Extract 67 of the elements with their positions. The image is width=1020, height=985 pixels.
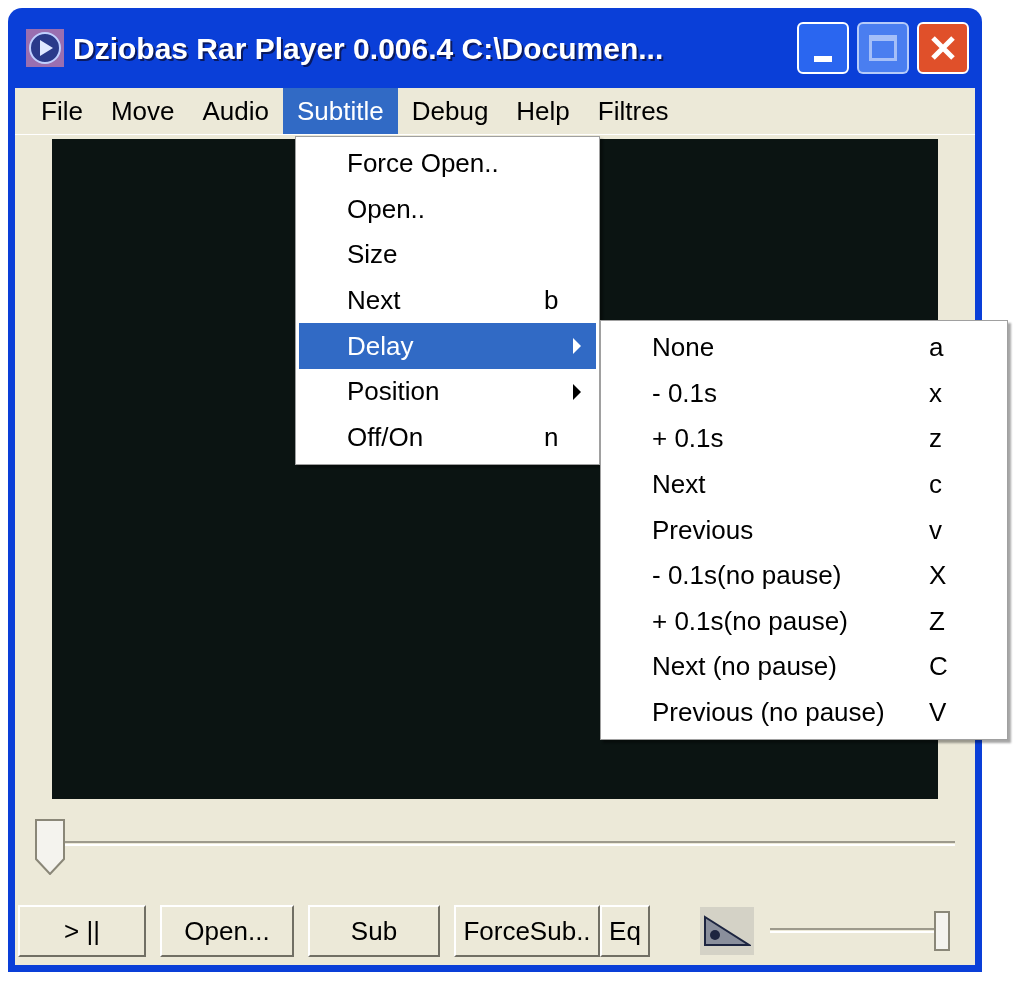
menu-item[interactable]: Audio	[188, 88, 283, 134]
menu-option[interactable]: - 0.1s x	[604, 370, 1004, 417]
option-label: - 0.1s(no pause)	[651, 559, 843, 593]
submenu-arrow-icon	[572, 382, 582, 401]
shortcut-key: b	[544, 281, 559, 321]
slider-thumb[interactable]	[934, 911, 950, 951]
shortcut-key: n	[544, 417, 559, 457]
close-button[interactable]	[917, 22, 969, 74]
minimize-button[interactable]	[797, 22, 849, 74]
menu-option[interactable]: Size	[299, 232, 596, 278]
option-label: Position	[346, 375, 441, 409]
menu-item[interactable]: Debug	[397, 88, 503, 134]
shortcut-key: X	[929, 556, 947, 596]
menu-option[interactable]: Off/On n	[299, 414, 596, 461]
option-label: Next (no pause)	[651, 650, 838, 684]
option-label: Delay	[346, 329, 415, 363]
menu-option[interactable]: Previous (no pause) V	[604, 689, 1004, 736]
option-label: Previous	[651, 513, 755, 547]
menu-option[interactable]: Position	[299, 368, 596, 415]
app-icon	[25, 28, 65, 68]
volume-slider[interactable]	[770, 911, 950, 951]
toolbar-button[interactable]: Sub	[308, 905, 440, 957]
option-label: Previous (no pause)	[651, 696, 886, 730]
menu-item[interactable]: Filtres	[583, 88, 683, 134]
window-title: Dziobas Rar Player 0.006.4 C:\Documen...	[73, 30, 665, 67]
menu-option[interactable]: - 0.1s(no pause) X	[604, 552, 1004, 599]
option-label: Force Open..	[346, 147, 500, 181]
shortcut-key: c	[929, 465, 942, 505]
menu-option[interactable]: + 0.1s z	[604, 416, 1004, 462]
option-label: Off/On	[346, 420, 425, 454]
toolbar-button[interactable]: > ||	[18, 905, 146, 957]
toolbar-button[interactable]: Open...	[160, 905, 294, 957]
option-label: + 0.1s(no pause)	[651, 604, 849, 638]
option-label: Next	[346, 284, 402, 318]
menu-option[interactable]: Force Open..	[299, 141, 596, 187]
menu-item[interactable]: File	[27, 88, 97, 134]
option-label: - 0.1s	[651, 376, 719, 410]
menu-option[interactable]: + 0.1s(no pause) Z	[604, 598, 1004, 645]
menu-option[interactable]: Next (no pause) C	[604, 644, 1004, 690]
shortcut-key: a	[929, 328, 944, 368]
seek-slider[interactable]	[35, 819, 955, 875]
maximize-button[interactable]	[857, 22, 909, 74]
submenu-arrow-icon	[572, 337, 582, 356]
menu-item[interactable]: Help	[502, 88, 584, 134]
menu-item[interactable]: Move	[96, 88, 189, 134]
speaker-icon[interactable]	[700, 907, 754, 955]
shortcut-key: z	[929, 419, 942, 459]
shortcut-key: x	[929, 373, 942, 413]
menu-option[interactable]: None a	[604, 325, 1004, 371]
option-label: Next	[651, 468, 707, 502]
shortcut-key: Z	[929, 601, 945, 641]
option-label: None	[651, 331, 716, 365]
option-label: Open..	[346, 192, 427, 226]
menu-option[interactable]: Delay	[299, 323, 596, 369]
menu-option[interactable]: Next b	[299, 277, 596, 324]
menu-option[interactable]: Previous v	[604, 507, 1004, 553]
menu-item[interactable]: Subtitle	[283, 88, 398, 134]
shortcut-key: v	[929, 510, 942, 550]
menu-option[interactable]: Open..	[299, 186, 596, 233]
toolbar-button[interactable]: ForceSub..	[454, 905, 600, 957]
option-label: + 0.1s	[651, 422, 725, 456]
menu-option[interactable]: Next c	[604, 461, 1004, 508]
slider-thumb[interactable]	[35, 819, 65, 875]
option-label: Size	[346, 238, 399, 272]
shortcut-key: C	[929, 647, 948, 687]
toolbar-button[interactable]: Eq	[600, 905, 650, 957]
shortcut-key: V	[929, 693, 947, 733]
